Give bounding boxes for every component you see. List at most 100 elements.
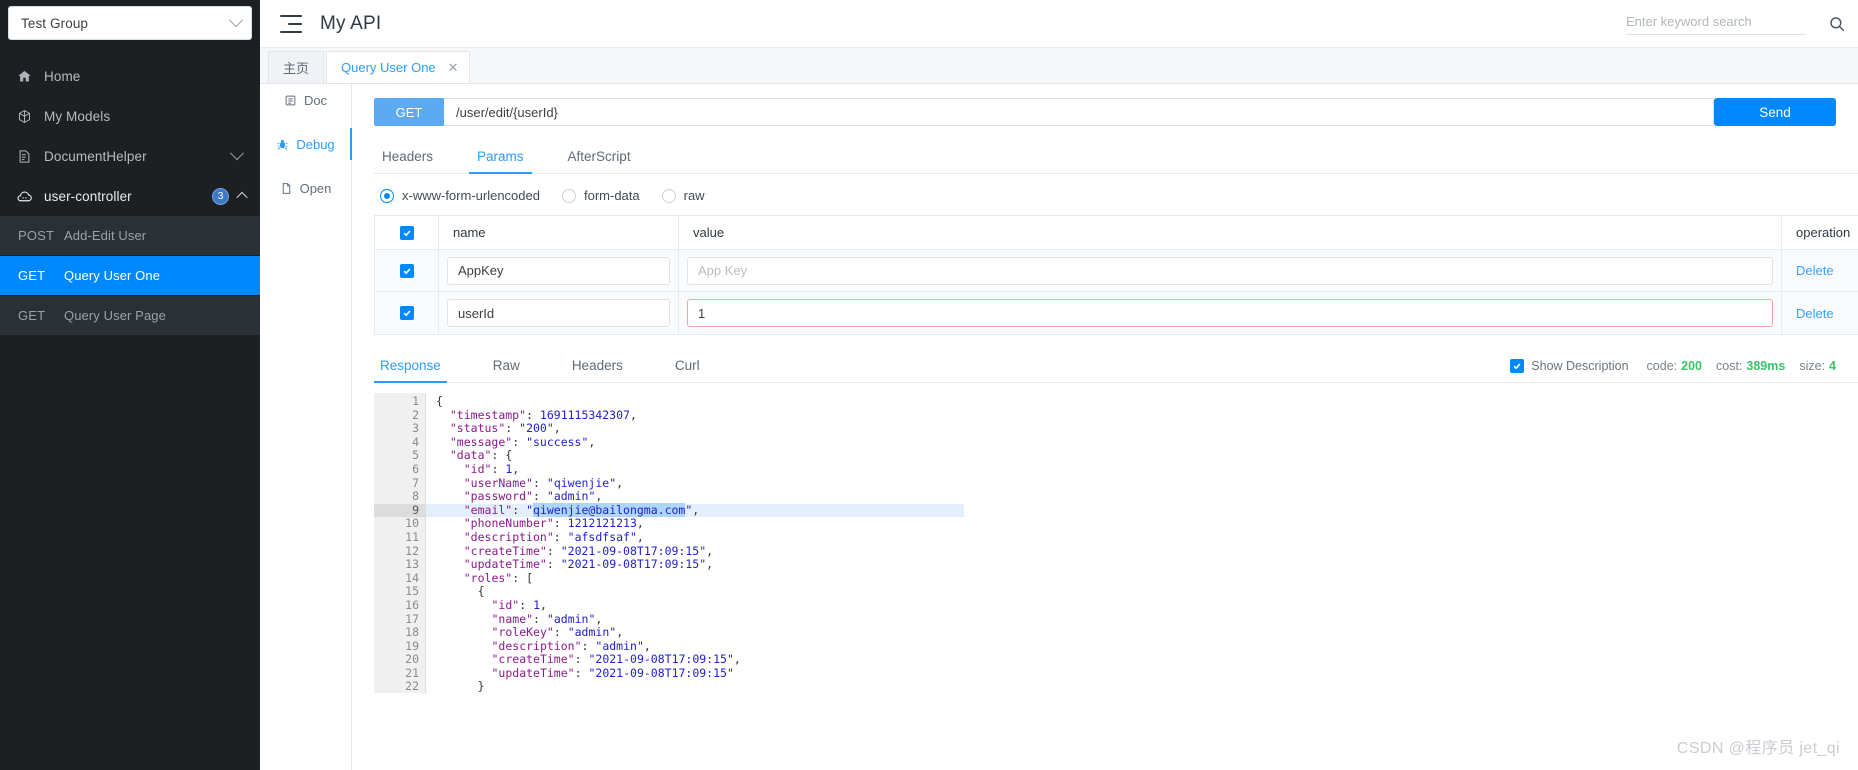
api-name-label: Query User One	[64, 268, 161, 283]
document-icon	[14, 146, 34, 166]
sidebar-api-item-query-user-one[interactable]: GET Query User One	[0, 256, 260, 296]
tab-strip: 主页 Query User One ✕	[260, 48, 1858, 84]
delete-param-button[interactable]: Delete	[1796, 306, 1834, 321]
chevron-down-icon	[229, 146, 245, 161]
line-number: 7	[412, 475, 419, 490]
radio-button-icon	[561, 188, 576, 203]
select-all-checkbox[interactable]	[399, 225, 414, 240]
sidebar-item-my-models-label: My Models	[44, 108, 111, 124]
group-select[interactable]: Test Group	[8, 6, 252, 40]
param-value-cell	[679, 250, 1782, 291]
radio-raw[interactable]: raw	[661, 188, 705, 203]
param-value-input[interactable]	[687, 299, 1773, 327]
show-description-label: Show Description	[1531, 358, 1629, 373]
tab-raw[interactable]: Raw	[493, 349, 520, 382]
tab-headers[interactable]: Headers	[382, 140, 433, 173]
send-button[interactable]: Send	[1714, 98, 1836, 126]
code-line: "status": "200",	[449, 421, 561, 436]
radio-label: form-data	[583, 188, 640, 203]
delete-param-button[interactable]: Delete	[1796, 263, 1834, 278]
radio-form-data[interactable]: form-data	[561, 188, 640, 203]
line-number: 12	[405, 543, 419, 558]
line-number: 8	[412, 489, 419, 504]
show-description-checkbox[interactable]	[1510, 358, 1525, 373]
line-number: 4	[412, 434, 419, 449]
mini-nav: Doc Debug Open	[260, 84, 352, 770]
params-table: name value operation AppKey App Key Dele…	[374, 215, 1858, 335]
url-input[interactable]	[444, 98, 1714, 126]
param-name-input[interactable]	[447, 299, 670, 327]
code-line: "createTime": "2021-09-08T17:09:15",	[491, 652, 741, 667]
tab-response-headers[interactable]: Headers	[572, 349, 623, 382]
column-header-operation: operation	[1782, 216, 1858, 249]
cost-label: cost:	[1716, 358, 1743, 373]
hamburger-icon[interactable]	[280, 14, 302, 33]
sidebar-api-item-query-user-page[interactable]: GET Query User Page	[0, 296, 260, 336]
search-input[interactable]	[1626, 13, 1806, 29]
line-number: 14▼	[374, 571, 432, 586]
line-number: 17	[405, 611, 419, 626]
code-line: "updateTime": "2021-09-08T17:09:15",	[463, 557, 714, 572]
param-name-cell	[439, 250, 679, 291]
mini-nav-item-debug[interactable]: Debug	[260, 122, 352, 166]
status-code-label: code:	[1646, 358, 1678, 373]
tab-afterscript[interactable]: AfterScript	[568, 140, 631, 173]
response-json-code[interactable]: { "timestamp": 1691115342307, "status": …	[426, 393, 1858, 693]
tab-response[interactable]: Response	[374, 349, 447, 383]
response-meta: Show Description code: 200 cost: 389ms s…	[1510, 358, 1836, 373]
sidebar-api-item-add-edit-user[interactable]: POST Add-Edit User	[0, 216, 260, 256]
body-wrap: Doc Debug Open GET /user/edit/{userId} S…	[260, 84, 1858, 770]
search-icon[interactable]	[1828, 15, 1846, 33]
line-number: 19	[405, 638, 419, 653]
line-number: 2	[412, 407, 419, 422]
close-icon[interactable]: ✕	[448, 60, 459, 76]
radio-x-www-form-urlencoded[interactable]: x-www-form-urlencoded	[380, 188, 540, 203]
param-value-input[interactable]	[687, 256, 1773, 285]
row-select-cell	[375, 250, 439, 291]
app-root: Test Group Home My Models DocumentHelper…	[0, 0, 1858, 770]
tab-params[interactable]: Params	[469, 140, 531, 174]
line-number: 13	[405, 557, 419, 572]
body-type-radio-group: x-www-form-urlencoded form-data raw	[374, 188, 1858, 203]
group-select-value: Test Group	[21, 15, 89, 31]
code-line: "phoneNumber": 1212121213,	[463, 516, 644, 531]
code-line: {	[477, 584, 485, 599]
code-line: "email": "qiwenjie@bailongma.com",	[426, 502, 964, 518]
select-all-cell	[375, 216, 439, 249]
mini-nav-item-doc[interactable]: Doc	[260, 78, 351, 122]
response-code-viewer[interactable]: 1▼2345▼67891011121314▼15▼16171819202122 …	[374, 393, 1858, 693]
chevron-up-icon[interactable]	[236, 191, 248, 204]
sidebar-item-user-controller[interactable]: user-controller 3	[0, 176, 260, 216]
sidebar-item-documenthelper[interactable]: DocumentHelper	[0, 136, 260, 176]
row-checkbox[interactable]	[399, 306, 414, 320]
sidebar-item-user-controller-label: user-controller	[44, 188, 132, 204]
mini-nav-item-open[interactable]: Open	[260, 166, 351, 210]
line-number: 11	[405, 529, 419, 544]
column-header-name-label: name	[453, 225, 486, 240]
api-name-label: Add-Edit User	[64, 228, 147, 243]
sidebar-item-home-label: Home	[44, 68, 81, 84]
main-area: My API 主页 Query User One ✕	[260, 0, 1858, 770]
line-number: 21	[405, 665, 419, 680]
status-code-value: 200	[1681, 358, 1702, 373]
content-panel: GET Send Headers Params AfterScript x-ww…	[352, 84, 1858, 770]
api-name-label: Query User Page	[64, 308, 166, 323]
param-name-input[interactable]	[447, 256, 670, 285]
code-line: "timestamp": 1691115342307,	[449, 407, 637, 422]
sidebar-item-home[interactable]: Home	[0, 56, 260, 96]
table-row: Delete	[375, 292, 1858, 334]
method-selector[interactable]: GET	[374, 98, 444, 126]
tab-curl[interactable]: Curl	[675, 349, 700, 382]
search-box	[1626, 13, 1806, 35]
code-line: "roles": [	[463, 570, 534, 585]
line-number: 5▼	[374, 449, 432, 463]
radio-button-icon	[380, 188, 394, 203]
param-name-cell	[439, 292, 679, 334]
row-select-cell	[375, 292, 439, 334]
code-line: "description": "afsdfsaf",	[463, 529, 644, 544]
sidebar-item-my-models[interactable]: My Models	[0, 96, 260, 136]
row-checkbox[interactable]	[399, 263, 414, 278]
param-value-cell	[679, 292, 1782, 334]
code-line: "name": "admin",	[491, 611, 603, 626]
cost-value: 389ms	[1746, 358, 1786, 373]
